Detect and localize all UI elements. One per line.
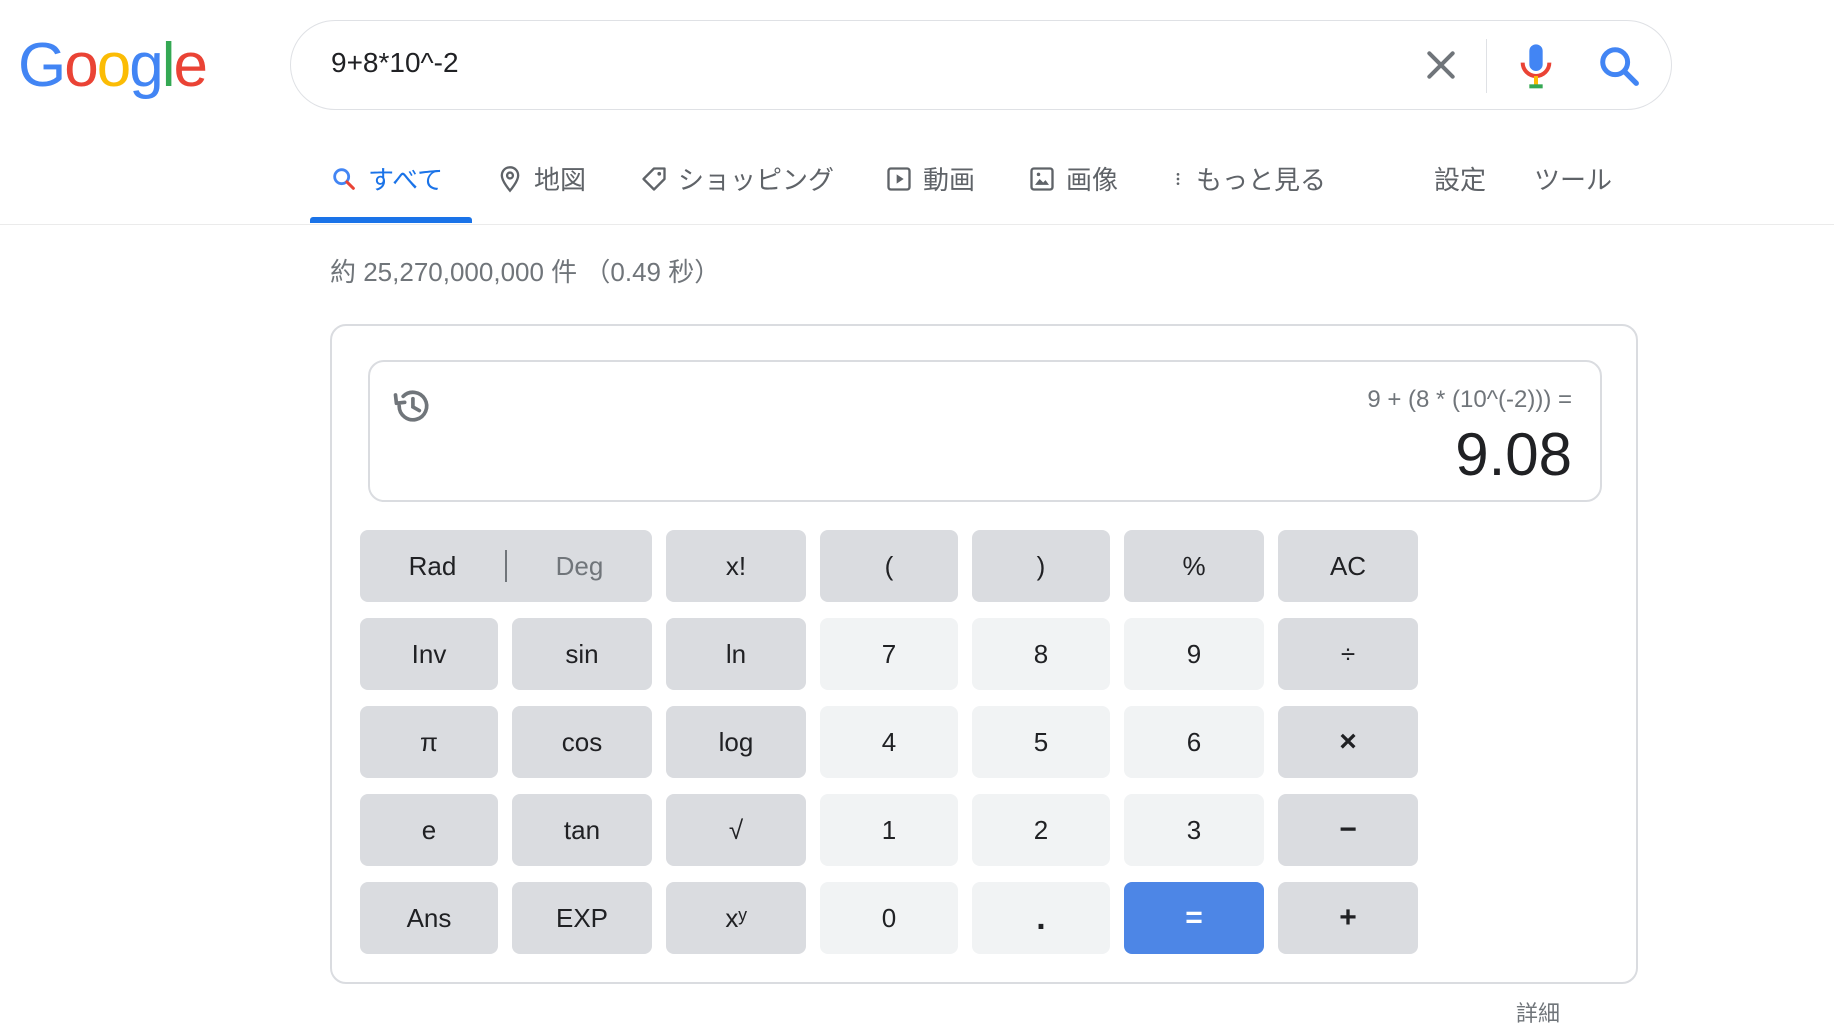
digit-9-button[interactable]: 9 (1124, 618, 1264, 690)
digit-2-button[interactable]: 2 (972, 794, 1110, 866)
tab-shopping[interactable]: ショッピング (640, 160, 834, 197)
log-button[interactable]: log (666, 706, 806, 778)
tab-label: ツール (1534, 165, 1613, 195)
exp-button[interactable]: EXP (512, 882, 652, 954)
calculator-result: 9.08 (1455, 421, 1572, 488)
tab-label: 画像 (1066, 165, 1119, 195)
calculator-display: 9 + (8 * (10^(-2))) = 9.08 (368, 360, 1602, 502)
factorial-button[interactable]: x! (666, 530, 806, 602)
search-divider (1486, 39, 1487, 93)
tabs-divider (0, 224, 1834, 225)
add-button[interactable]: + (1278, 882, 1418, 954)
tab-videos[interactable]: 動画 (885, 160, 975, 197)
digit-4-button[interactable]: 4 (820, 706, 958, 778)
search-input[interactable]: 9+8*10^-2 (331, 47, 459, 79)
digit-6-button[interactable]: 6 (1124, 706, 1264, 778)
sin-button[interactable]: sin (512, 618, 652, 690)
tab-all[interactable]: すべて (330, 160, 443, 197)
result-stats: 約 25,270,000,000 件 （0.49 秒） (330, 257, 721, 287)
equals-button[interactable]: = (1124, 882, 1264, 954)
play-icon (887, 166, 911, 191)
logo-letter: o (64, 31, 99, 100)
decimal-button[interactable]: . (972, 882, 1110, 954)
search-icon (333, 167, 355, 190)
active-tab-indicator (310, 217, 472, 223)
map-pin-icon (500, 165, 520, 192)
digit-1-button[interactable]: 1 (820, 794, 958, 866)
digit-7-button[interactable]: 7 (820, 618, 958, 690)
sqrt-button[interactable]: √ (666, 794, 806, 866)
divide-button[interactable]: ÷ (1278, 618, 1418, 690)
details-link[interactable]: 詳細 (1516, 996, 1560, 1028)
rad-button[interactable]: Rad (360, 551, 505, 582)
tab-more[interactable]: もっと見る (1170, 160, 1326, 197)
search-tabs: すべて 地図 ショッピング 動画 画像 もっと見る 設定 ツール (310, 150, 1810, 224)
multiply-button[interactable]: × (1278, 706, 1418, 778)
subtract-button[interactable]: − (1278, 794, 1418, 866)
tag-icon (642, 166, 666, 191)
image-icon (1030, 166, 1054, 191)
search-box[interactable]: 9+8*10^-2 (290, 20, 1672, 110)
e-button[interactable]: e (360, 794, 498, 866)
tab-label: ショッピング (678, 165, 835, 195)
logo-letter: o (96, 31, 132, 100)
logo-letter: G (18, 31, 66, 100)
power-button[interactable]: xʸ (666, 882, 806, 954)
tab-label: すべて (368, 165, 444, 195)
digit-8-button[interactable]: 8 (972, 618, 1110, 690)
inverse-button[interactable]: Inv (360, 618, 498, 690)
calculator-card: 9 + (8 * (10^(-2))) = 9.08 Rad Deg x!()%… (330, 324, 1638, 984)
calculator-expression: 9 + (8 * (10^(-2))) = (1367, 386, 1572, 413)
mic-icon[interactable] (1516, 41, 1556, 91)
tab-maps[interactable]: 地図 (496, 160, 586, 197)
deg-button[interactable]: Deg (507, 551, 652, 582)
pi-button[interactable]: π (360, 706, 498, 778)
clear-icon[interactable] (1421, 45, 1461, 85)
digit-0-button[interactable]: 0 (820, 882, 958, 954)
ln-button[interactable]: ln (666, 618, 806, 690)
digit-5-button[interactable]: 5 (972, 706, 1110, 778)
percent-button[interactable]: % (1124, 530, 1264, 602)
logo-letter: e (173, 31, 208, 100)
answer-button[interactable]: Ans (360, 882, 498, 954)
open-paren-button[interactable]: ( (820, 530, 958, 602)
all-clear-button[interactable]: AC (1278, 530, 1418, 602)
tab-label: もっと見る (1196, 165, 1327, 195)
google-logo[interactable]: Google (18, 30, 208, 101)
more-vert-icon (1176, 172, 1180, 185)
logo-letter: l (161, 31, 176, 100)
history-icon[interactable] (390, 384, 434, 428)
tab-label: 地図 (534, 165, 587, 195)
tab-label: 動画 (923, 165, 976, 195)
rad-deg-toggle[interactable]: Rad Deg (360, 530, 652, 602)
tab-images[interactable]: 画像 (1028, 160, 1118, 197)
tan-button[interactable]: tan (512, 794, 652, 866)
search-icon[interactable] (1596, 43, 1642, 89)
cos-button[interactable]: cos (512, 706, 652, 778)
tab-tools[interactable]: ツール (1534, 160, 1612, 197)
digit-3-button[interactable]: 3 (1124, 794, 1264, 866)
logo-letter: g (129, 31, 164, 100)
tab-settings[interactable]: 設定 (1434, 160, 1486, 197)
close-paren-button[interactable]: ) (972, 530, 1110, 602)
tab-label: 設定 (1434, 165, 1487, 195)
